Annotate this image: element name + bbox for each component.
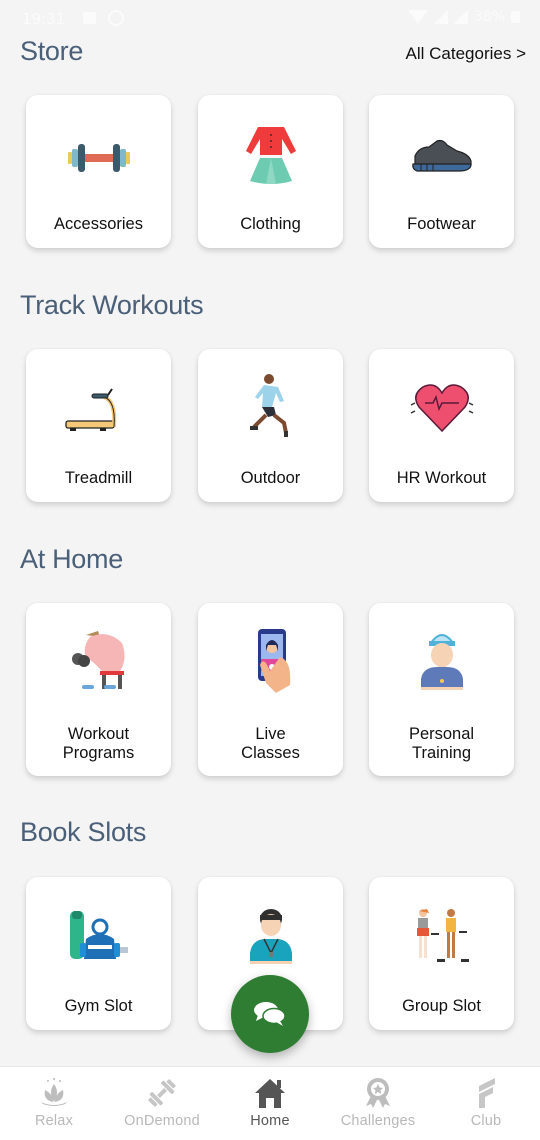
- nav-label: OnDemond: [124, 1113, 200, 1129]
- card-label: Treadmill: [64, 469, 133, 487]
- gym-gear-icon: [69, 911, 128, 959]
- card-group-slot[interactable]: Group Slot: [369, 877, 514, 1030]
- nav-item-challenges[interactable]: Challenges: [324, 1067, 432, 1140]
- card-clothing[interactable]: Clothing: [198, 95, 343, 248]
- section-title-track-workouts: Track Workouts: [20, 290, 204, 320]
- all-categories-link[interactable]: All Categories >: [406, 44, 526, 64]
- signal-icon: [433, 10, 448, 24]
- card-personal-training[interactable]: Personal Training: [369, 603, 514, 776]
- battery-percent: 38%: [473, 9, 505, 25]
- card-label: Outdoor: [240, 469, 301, 487]
- card-workout-programs[interactable]: Workout Programs: [26, 603, 171, 776]
- card-label: Clothing: [240, 215, 301, 233]
- status-time: 19:31: [22, 10, 66, 28]
- nav-item-home[interactable]: Home: [216, 1067, 324, 1140]
- nav-item-relax[interactable]: Relax: [0, 1067, 108, 1140]
- section-title-book-slots: Book Slots: [20, 817, 147, 847]
- card-label: Personal Training: [408, 725, 475, 762]
- card-outdoor[interactable]: Outdoor: [198, 349, 343, 502]
- chat-icon: [254, 1002, 286, 1026]
- dumbbell-icon: [148, 1079, 176, 1107]
- nav-label: Challenges: [340, 1113, 416, 1129]
- wifi-icon: [407, 10, 428, 24]
- medal-icon: [366, 1078, 390, 1108]
- status-bar: 19:31 38%: [0, 0, 540, 36]
- nav-label: Home: [250, 1113, 290, 1129]
- trainer-icon: [420, 634, 463, 690]
- home-icon: [255, 1079, 285, 1108]
- treadmill-icon: [64, 388, 116, 431]
- signal-icon-2: [453, 10, 468, 24]
- card-label: Accessories: [54, 215, 143, 233]
- card-label: Group Slot: [402, 997, 481, 1015]
- card-treadmill[interactable]: Treadmill: [26, 349, 171, 502]
- club-logo-icon: [479, 1078, 495, 1108]
- gallery-notification-icon: [83, 12, 96, 24]
- nav-item-ondemand[interactable]: OnDemond: [108, 1067, 216, 1140]
- bodybuilder-icon: [71, 631, 125, 689]
- battery-icon: [511, 11, 520, 23]
- runner-icon: [249, 374, 288, 437]
- chat-fab-button[interactable]: [231, 975, 309, 1053]
- card-label: Live Classes: [241, 725, 300, 762]
- shoe-icon: [411, 139, 472, 172]
- coach-icon: [249, 909, 292, 964]
- card-live-classes[interactable]: Live Classes: [198, 603, 343, 776]
- card-hr-workout[interactable]: HR Workout: [369, 349, 514, 502]
- heart-rate-icon: [410, 384, 473, 433]
- nav-item-club[interactable]: Club: [432, 1067, 540, 1140]
- card-footwear[interactable]: Footwear: [369, 95, 514, 248]
- dumbbell-icon: [67, 144, 130, 172]
- card-label: Gym Slot: [64, 997, 133, 1015]
- clothing-icon: [245, 127, 296, 184]
- lotus-icon: [41, 1078, 67, 1106]
- card-accessories[interactable]: Accessories: [26, 95, 171, 248]
- card-label: HR Workout: [396, 469, 487, 487]
- card-label: Footwear: [407, 215, 476, 233]
- section-title-at-home: At Home: [20, 544, 123, 574]
- nav-label: Club: [470, 1113, 502, 1129]
- sync-notification-icon: [108, 10, 124, 26]
- card-label: Workout Programs: [62, 725, 135, 762]
- section-title-store: Store: [20, 36, 84, 66]
- card-gym-slot[interactable]: Gym Slot: [26, 877, 171, 1030]
- nav-label: Relax: [34, 1113, 74, 1129]
- home-screen: 19:31 38% Store All Categories > Accesso…: [0, 0, 540, 1140]
- phone-video-icon: [257, 629, 290, 693]
- bottom-navigation: Relax OnDemond Home Challenges Club: [0, 1066, 540, 1140]
- group-workout-icon: [416, 909, 469, 962]
